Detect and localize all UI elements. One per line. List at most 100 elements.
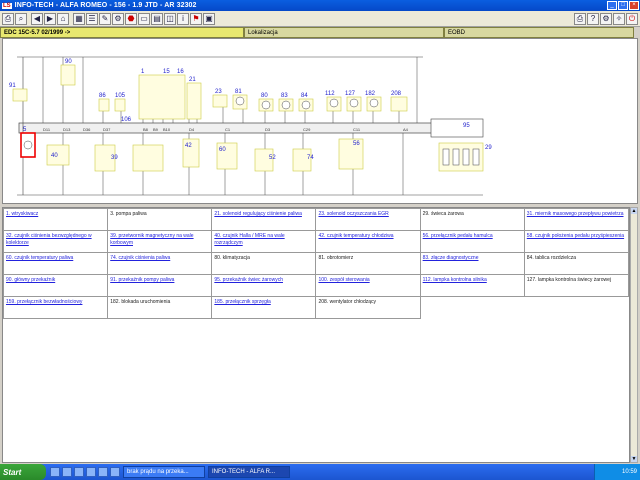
diagram-label-42: 42 [185,143,192,149]
diagram-label-105: 105 [115,93,126,99]
tools-icon[interactable]: ✧ [613,13,625,25]
diagram-label-84: 84 [301,93,308,99]
tab-eobd[interactable]: EOBD [444,27,634,38]
component-cell[interactable]: 31. miernik masowego przepływu powietrza [523,208,629,231]
component-cell[interactable]: 23. solenoid oczyszczania EGR [315,208,421,231]
table-row: 1. wtryskiwacz 3. pompa paliwa 21. solenoi… [3,208,629,231]
wrench-icon[interactable]: ⚙ [112,12,124,25]
taskbar: Start brak prądu na przeka... INFO-TECH … [0,464,640,480]
component-cell[interactable]: 112. lampka kontrolna silnika [419,274,525,297]
quicklaunch-icon[interactable] [50,467,60,477]
component-cell[interactable]: 42. czujnik temperatury chłodziwa [315,230,421,253]
taskbar-item-browser[interactable]: brak prądu na przeka... [123,466,205,478]
pencil-icon[interactable]: ✎ [99,12,111,25]
chart-icon[interactable]: ▤ [151,12,163,25]
tab-edc[interactable]: EDC 15C-5.7 02/1999 -> [0,27,244,38]
table-row: 159. przełącznik bezwładnościowy 182. blo… [3,296,629,319]
svg-text:D11: D11 [43,127,51,132]
diagram-label-60: 60 [219,147,226,153]
component-cell: 208. wentylator chłodzący [315,296,421,319]
forward-icon[interactable]: ▶ [44,12,56,25]
window-controls: _ □ × [607,1,639,10]
diagram-label-56: 56 [353,141,360,147]
film-icon[interactable]: ▣ [203,12,215,25]
svg-text:B10: B10 [163,127,171,132]
component-cell[interactable]: 95. przekaźnik świec żarowych [211,274,317,297]
diagram-label-81: 81 [235,89,242,95]
list-icon[interactable]: ☰ [86,12,98,25]
diagram-label-83: 83 [281,93,288,99]
taskbar-item-infotech[interactable]: INFO-TECH - ALFA R... [208,466,290,478]
toolbar: ⎙ ⌕ ◀ ▶ ⌂ ▦ ☰ ✎ ⚙ ⬣ ▭ ▤ ◫ i ⚑ ▣ ⎙ ? ⚙ ✧ … [0,11,640,27]
component-cell[interactable]: 58. czujnik położenia pedału przyśpiesze… [523,230,629,253]
stop-icon[interactable]: ⬣ [125,12,137,25]
component-cell[interactable]: 60. czujnik temperatury paliwa [3,252,109,275]
quicklaunch-icon[interactable] [62,467,72,477]
zoom-icon[interactable]: ⌕ [15,12,27,25]
start-button[interactable]: Start [0,464,46,480]
component-cell[interactable]: 100. zespół sterowania [315,274,421,297]
component-cell[interactable]: 90. główny przekaźnik [3,274,109,297]
svg-text:B9: B9 [153,127,159,132]
help-icon[interactable]: ? [587,13,599,25]
quicklaunch-icon[interactable] [86,467,96,477]
minimize-button[interactable]: _ [607,1,617,10]
component-cell: 127. lampka kontrolna świecy żarowej [523,274,629,297]
component-cell[interactable]: 91. przekaźnik pompy paliwa [107,274,213,297]
component-cell[interactable]: 159. przełącznik bezwładnościowy [3,296,109,319]
component-cell: 182. blokada uruchomienia [107,296,213,319]
flag-icon[interactable]: ⚑ [190,12,202,25]
settings-icon[interactable]: ⚙ [600,13,612,25]
svg-text:D36: D36 [83,127,91,132]
diagram-label-106: 106 [121,117,132,123]
quicklaunch-icon[interactable] [74,467,84,477]
svg-text:D3: D3 [265,127,271,132]
component-cell[interactable]: 21. solenoid regulujący ciśnienie paliwa [211,208,317,231]
diagram-label-91: 91 [9,83,16,89]
quicklaunch-icon[interactable] [110,467,120,477]
print-icon[interactable]: ⎙ [574,13,586,25]
diagram-label-23: 23 [215,89,222,95]
component-cell: 3. pompa paliwa [107,208,213,231]
component-cell [524,296,629,319]
home-icon[interactable]: ⌂ [57,12,69,25]
component-cell[interactable]: 40. czujnik Halla / MRE na wale rozrządc… [211,230,317,253]
svg-text:A4: A4 [403,127,409,132]
vertical-scrollbar[interactable]: ▲ ▼ [630,207,638,463]
app-logo: LS [2,2,12,9]
scroll-down-arrow[interactable]: ▼ [631,456,637,462]
grid-icon[interactable]: ▦ [73,12,85,25]
exit-icon[interactable]: ⏻ [626,13,638,25]
close-button[interactable]: × [629,1,639,10]
diagram-label-21: 21 [189,77,196,83]
diagram-label-80: 80 [261,93,268,99]
open-icon[interactable]: ▭ [138,12,150,25]
back-icon[interactable]: ◀ [31,12,43,25]
quick-launch [50,467,120,477]
scroll-up-arrow[interactable]: ▲ [631,208,637,214]
photo-icon[interactable]: ◫ [164,12,176,25]
component-cell[interactable]: 185. przełącznik sprzęgła [211,296,317,319]
wiring-diagram[interactable]: 91 90 86 105 1 15 16 106 21 23 81 80 83 … [2,38,638,204]
tab-lokalizacja[interactable]: Lokalizacja [244,27,444,38]
svg-text:C1: C1 [225,127,231,132]
component-cell[interactable]: 32. czujnik ciśnienia bezwzględnego w ko… [3,230,109,253]
info-icon[interactable]: i [177,12,189,25]
diagram-label-112: 112 [325,91,335,97]
component-cell[interactable]: 39. przetwornik magnetyczny na wale korb… [107,230,213,253]
component-cell[interactable]: 1. wtryskiwacz [3,208,109,231]
svg-text:C11: C11 [353,127,361,132]
diagram-label-208: 208 [391,91,402,97]
toolbar-right: ⎙ ? ⚙ ✧ ⏻ [574,13,638,25]
component-cell[interactable]: 74. czujnik ciśnienia paliwa [107,252,213,275]
diagram-label-86: 86 [99,93,106,99]
tab-bar: EDC 15C-5.7 02/1999 -> Lokalizacja EOBD [0,27,640,38]
maximize-button[interactable]: □ [618,1,628,10]
quicklaunch-icon[interactable] [98,467,108,477]
component-cell[interactable]: 56. przełącznik pedału hamulca [419,230,525,253]
table-row: 32. czujnik ciśnienia bezwzględnego w ko… [3,230,629,253]
printer-icon[interactable]: ⎙ [2,12,14,25]
component-cell[interactable]: 83. złącze diagnostyczne [419,252,525,275]
diagram-label-182: 182 [365,91,376,97]
svg-text:D37: D37 [103,127,111,132]
